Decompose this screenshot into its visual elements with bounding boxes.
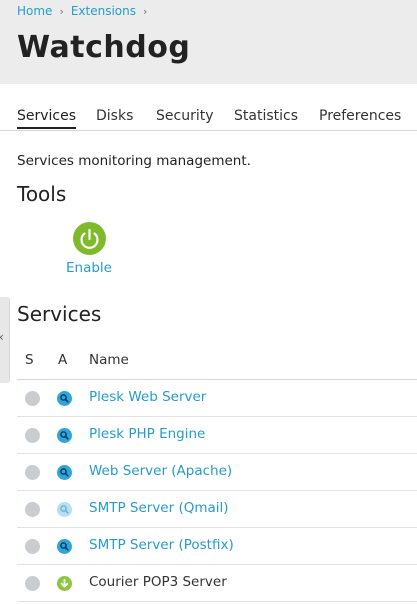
service-link[interactable]: SMTP Server (Postfix)	[89, 537, 234, 553]
status-indicator	[25, 576, 40, 591]
tools-heading: Tools	[17, 182, 67, 206]
search-icon-disabled	[57, 502, 72, 517]
breadcrumb-home-link[interactable]: Home	[17, 4, 52, 18]
page-title: Watchdog	[17, 30, 191, 65]
service-link[interactable]: Web Server (Apache)	[89, 463, 232, 479]
chevron-right-icon: ›	[59, 4, 64, 18]
table-row: Plesk Web Server	[17, 380, 417, 417]
tab-security[interactable]: Security	[156, 108, 214, 124]
column-header-status[interactable]: S	[25, 352, 34, 368]
status-indicator	[25, 502, 40, 517]
table-row: Plesk PHP Engine	[17, 417, 417, 454]
service-link[interactable]: SMTP Server (Qmail)	[89, 500, 229, 516]
chevron-right-icon: ›	[143, 4, 148, 18]
tab-disks[interactable]: Disks	[96, 108, 133, 124]
status-indicator	[25, 465, 40, 480]
status-indicator	[25, 539, 40, 554]
table-row: SMTP Server (Postfix)	[17, 528, 417, 565]
column-header-name[interactable]: Name	[89, 352, 129, 368]
service-link[interactable]: Plesk PHP Engine	[89, 426, 205, 442]
power-icon	[72, 222, 106, 255]
breadcrumb-extensions-link[interactable]: Extensions	[71, 4, 136, 18]
download-icon[interactable]	[57, 576, 72, 591]
table-row: Web Server (Apache)	[17, 454, 417, 491]
table-header: S A Name	[17, 342, 417, 380]
tab-statistics[interactable]: Statistics	[234, 108, 298, 124]
service-link[interactable]: Plesk Web Server	[89, 389, 206, 405]
column-header-action[interactable]: A	[58, 352, 67, 368]
search-icon[interactable]	[57, 428, 72, 443]
chevron-left-icon: ‹	[0, 330, 4, 344]
tab-bar: Services Disks Security Statistics Prefe…	[0, 104, 417, 131]
enable-button[interactable]: Enable	[58, 222, 120, 276]
page-header: Home › Extensions › Watchdog	[0, 0, 417, 84]
search-icon[interactable]	[57, 539, 72, 554]
status-indicator	[25, 391, 40, 406]
services-heading: Services	[17, 302, 102, 326]
tab-preferences[interactable]: Preferences	[319, 108, 401, 124]
tab-services[interactable]: Services	[17, 108, 77, 129]
page-description: Services monitoring management.	[17, 153, 251, 169]
breadcrumb: Home › Extensions ›	[17, 4, 154, 18]
service-name: Courier POP3 Server	[89, 574, 227, 590]
table-row: SMTP Server (Qmail)	[17, 491, 417, 528]
table-row: Courier POP3 Server	[17, 565, 417, 602]
enable-label: Enable	[66, 260, 112, 276]
sidebar-collapse-handle[interactable]: ‹	[0, 297, 10, 383]
search-icon[interactable]	[57, 391, 72, 406]
status-indicator	[25, 428, 40, 443]
search-icon[interactable]	[57, 465, 72, 480]
services-table: S A Name Plesk Web Server Plesk PHP Engi…	[17, 342, 417, 602]
